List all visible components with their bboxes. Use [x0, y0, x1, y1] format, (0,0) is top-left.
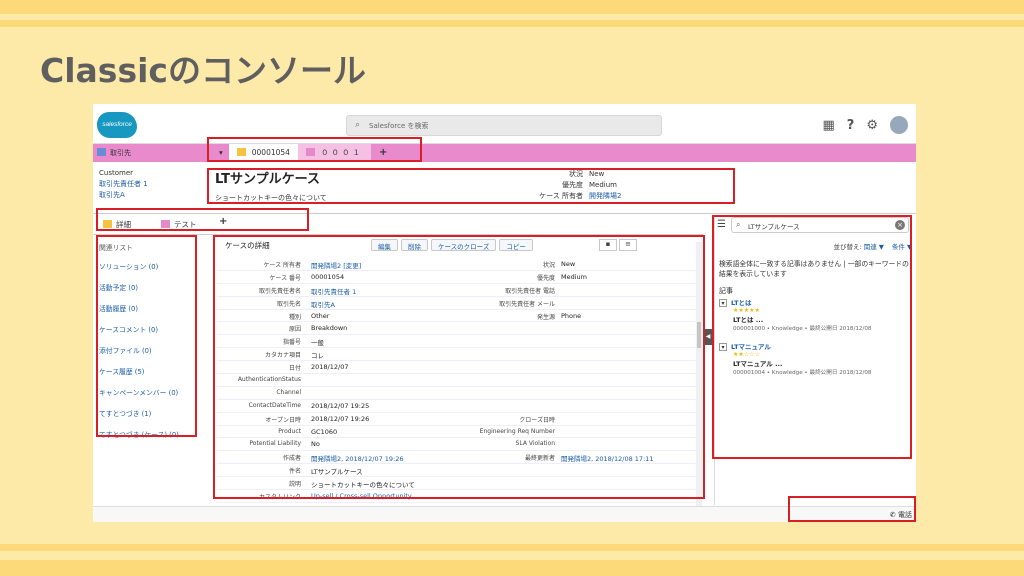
bottom-stripe: [0, 560, 1024, 576]
highlight-primary-tabs: [207, 137, 422, 162]
search-input[interactable]: Salesforce を検索: [369, 121, 428, 131]
highlight-related-list: [96, 235, 197, 437]
account-icon: [97, 148, 106, 156]
pinned-left: Customer 取引先責任者 1 取引先A: [99, 168, 148, 201]
highlight-footer: [788, 496, 916, 522]
grid-icon[interactable]: ▦: [823, 118, 835, 133]
top-stripe-thin: [0, 20, 1024, 27]
collapse-sidebar-button[interactable]: ◀: [704, 329, 712, 345]
avatar[interactable]: [890, 116, 908, 134]
console-screenshot: salesforce ⌕ Salesforce を検索 ▦ ? ⚙ 取引先 ▾ …: [93, 104, 916, 522]
highlight-pinned-header: [207, 168, 735, 204]
nav-app-text: 取引先: [110, 149, 131, 157]
nav-app-label[interactable]: 取引先: [97, 148, 131, 158]
highlight-subtabs: [96, 208, 309, 231]
highlight-detail: [213, 235, 705, 499]
salesforce-logo[interactable]: salesforce: [97, 112, 137, 138]
global-search[interactable]: ⌕ Salesforce を検索: [346, 115, 662, 136]
contact-link[interactable]: 取引先責任者 1: [99, 179, 148, 190]
account-link[interactable]: 取引先A: [99, 190, 148, 201]
pinned-type: Customer: [99, 169, 134, 177]
top-stripe: [0, 0, 1024, 14]
header-icons: ▦ ? ⚙: [823, 116, 908, 134]
slide-title: Classicのコンソール: [40, 51, 366, 90]
help-icon[interactable]: ?: [847, 118, 855, 133]
bottom-stripe-thin: [0, 544, 1024, 551]
search-icon: ⌕: [355, 120, 361, 130]
highlight-knowledge: [712, 215, 912, 459]
setup-icon[interactable]: ⚙: [866, 118, 878, 133]
